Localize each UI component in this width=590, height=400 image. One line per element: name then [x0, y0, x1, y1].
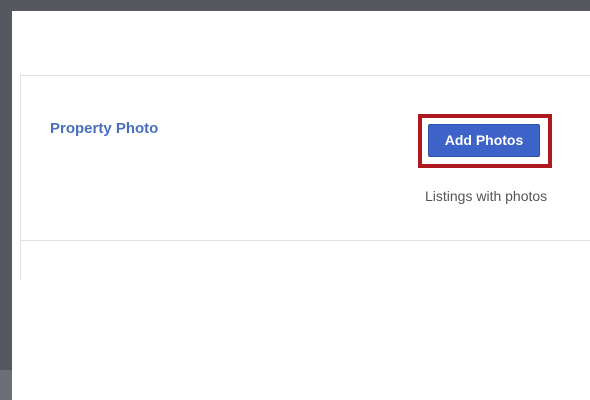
- frame-corner: [0, 370, 12, 400]
- content-panel: [12, 11, 590, 400]
- listings-helper-text: Listings with photos: [425, 188, 548, 204]
- section-left-border: [20, 74, 21, 280]
- screenshot: Property Photo Add Photos Listings with …: [0, 0, 590, 400]
- section-divider-top: [20, 75, 590, 76]
- add-photos-button[interactable]: Add Photos: [428, 124, 540, 157]
- property-photo-title: Property Photo: [50, 120, 159, 137]
- section-divider-bottom: [20, 240, 590, 241]
